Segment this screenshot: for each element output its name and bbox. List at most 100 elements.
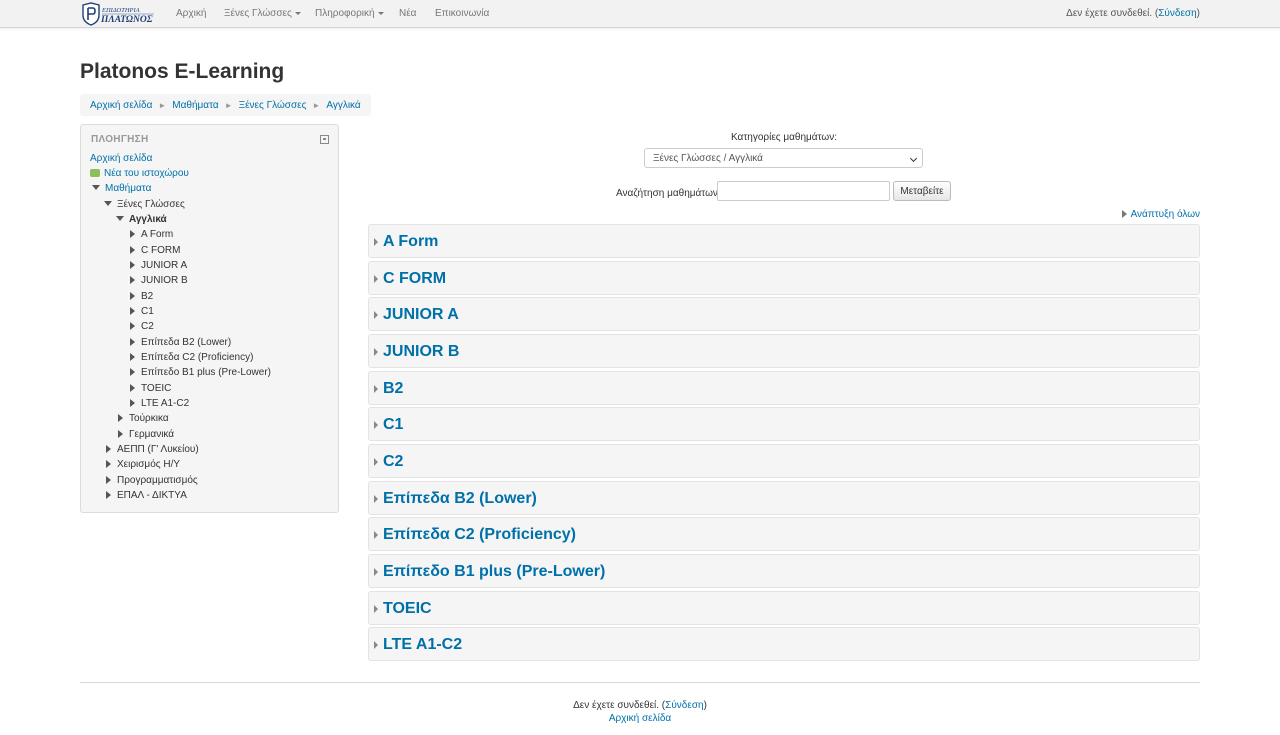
tree-course-item[interactable]: Επίπεδα B2 (Lower) [130,337,231,349]
svg-text:ΕΠΙΔΟΤΗΡΙΑ: ΕΠΙΔΟΤΗΡΙΑ [101,7,140,14]
breadcrumb-english[interactable]: Αγγλικά [326,100,360,111]
collapsed-arrow-icon [106,445,111,453]
tree-category-german[interactable]: Γερμανικά [118,429,174,441]
course-item[interactable]: LTE A1-C2 [368,627,1200,661]
collapsed-arrow-icon [130,399,135,407]
course-name-link[interactable]: C1 [383,416,403,434]
footer-home-wrapper: Αρχική σελίδα [0,713,1280,724]
tree-course-item[interactable]: B2 [130,291,153,303]
tree-site-news[interactable]: Νέα του ιστοχώρου [90,168,189,180]
login-info: Δεν έχετε συνδεθεί. (Σύνδεση) [1066,8,1200,19]
course-item[interactable]: Επίπεδα C2 (Proficiency) [368,517,1200,551]
search-go-button[interactable]: Μεταβείτε [893,181,951,201]
course-name-link[interactable]: C FORM [383,270,446,288]
course-item[interactable]: Επίπεδο B1 plus (Pre-Lower) [368,554,1200,588]
top-navbar: ΕΠΙΔΟΤΗΡΙΑ ΠΛΑΤΩΝΟΣ Αρχική Ξένες Γλώσσες… [0,0,1280,28]
tree-category-english[interactable]: Αγγλικά [116,214,167,226]
course-search-input[interactable] [717,181,890,201]
tree-course-item[interactable]: LTE A1-C2 [130,398,189,410]
course-name-link[interactable]: JUNIOR B [383,343,459,361]
collapsed-arrow-icon [130,322,135,330]
collapsed-arrow-icon [118,414,123,422]
breadcrumb-courses[interactable]: Μαθήματα [172,100,218,111]
tree-courses[interactable]: Μαθήματα [92,183,151,195]
navigation-block-title: ΠΛΟΗΓΗΣΗ [91,134,149,145]
tree-category-turkish[interactable]: Τούρκικα [118,413,169,425]
nav-contact[interactable]: Επικοινωνία [435,8,489,19]
collapsed-arrow-icon [374,641,378,649]
expand-all-link[interactable]: Ανάπτυξη όλων [1121,209,1200,220]
collapsed-arrow-icon [374,568,378,576]
course-item[interactable]: B2 [368,371,1200,405]
course-name-link[interactable]: TOEIC [383,600,432,618]
tree-course-item[interactable]: Επίπεδα C2 (Proficiency) [130,352,253,364]
breadcrumb-home[interactable]: Αρχική σελίδα [90,100,152,111]
nav-computing[interactable]: Πληροφορική [315,8,384,19]
tree-category-epal-networks[interactable]: ΕΠΑΛ - ΔΙΚΤΥΑ [106,490,187,502]
collapsed-arrow-icon [374,458,378,466]
collapsed-arrow-icon [374,385,378,393]
tree-category-computer-use[interactable]: Χειρισμός Η/Υ [106,459,180,471]
footer-home-link[interactable]: Αρχική σελίδα [609,713,671,724]
chevron-down-icon [377,11,384,15]
dock-block-icon[interactable] [320,135,329,144]
breadcrumb: Αρχική σελίδα ► Μαθήματα ► Ξένες Γλώσσες… [80,94,371,116]
nav-foreign-languages[interactable]: Ξένες Γλώσσες [224,8,301,19]
tree-course-item[interactable]: C2 [130,321,154,333]
collapsed-arrow-icon [1121,210,1127,218]
course-name-link[interactable]: Επίπεδα C2 (Proficiency) [383,526,576,544]
collapsed-arrow-icon [130,246,135,254]
tree-course-item[interactable]: A Form [130,229,173,241]
collapsed-arrow-icon [106,460,111,468]
tree-category-foreign-languages[interactable]: Ξένες Γλώσσες [104,199,185,211]
course-item[interactable]: JUNIOR A [368,297,1200,331]
course-name-link[interactable]: JUNIOR A [383,306,459,324]
collapsed-arrow-icon [130,307,135,315]
tree-course-item[interactable]: C FORM [130,245,180,257]
tree-category-aepp[interactable]: ΑΕΠΠ (Γ' Λυκείου) [106,444,199,456]
categories-label: Κατηγορίες μαθημάτων: [731,132,837,143]
course-name-link[interactable]: C2 [383,453,403,471]
course-item[interactable]: C1 [368,407,1200,441]
course-name-link[interactable]: Επίπεδα B2 (Lower) [383,490,537,508]
collapsed-arrow-icon [374,531,378,539]
course-item[interactable]: C2 [368,444,1200,478]
collapsed-arrow-icon [130,384,135,392]
nav-home[interactable]: Αρχική [176,8,206,19]
nav-news[interactable]: Νέα [399,8,416,19]
breadcrumb-separator-icon: ► [312,100,321,110]
course-name-link[interactable]: Επίπεδο B1 plus (Pre-Lower) [383,563,605,581]
login-link[interactable]: Σύνδεση [1158,8,1196,19]
expanded-arrow-icon [92,185,100,190]
collapsed-arrow-icon [374,238,378,246]
chevron-down-icon [909,154,918,163]
footer-login-link[interactable]: Σύνδεση [665,700,703,711]
course-item[interactable]: JUNIOR B [368,334,1200,368]
tree-course-item[interactable]: TOEIC [130,383,171,395]
course-name-link[interactable]: B2 [383,380,403,398]
categories-select[interactable]: Ξένες Γλώσσες / Αγγλικά [644,148,923,168]
tree-course-item[interactable]: Επίπεδο B1 plus (Pre-Lower) [130,367,271,379]
collapsed-arrow-icon [118,430,123,438]
collapsed-arrow-icon [130,230,135,238]
course-item[interactable]: A Form [368,224,1200,258]
collapsed-arrow-icon [130,368,135,376]
site-logo[interactable]: ΕΠΙΔΟΤΗΡΙΑ ΠΛΑΤΩΝΟΣ [80,2,158,26]
search-label: Αναζήτηση μαθημάτων: [616,188,721,199]
footer-divider [80,682,1200,683]
tree-category-programming[interactable]: Προγραμματισμός [106,475,198,487]
tree-course-item[interactable]: JUNIOR B [130,275,188,287]
footer-login-info: Δεν έχετε συνδεθεί. (Σύνδεση) [573,700,707,711]
course-item[interactable]: TOEIC [368,591,1200,625]
tree-home[interactable]: Αρχική σελίδα [90,153,152,165]
tree-course-item[interactable]: C1 [130,306,154,318]
collapsed-arrow-icon [374,275,378,283]
expanded-arrow-icon [104,201,112,206]
tree-course-item[interactable]: JUNIOR A [130,260,187,272]
collapsed-arrow-icon [130,276,135,284]
course-name-link[interactable]: LTE A1-C2 [383,636,462,654]
course-name-link[interactable]: A Form [383,233,438,251]
breadcrumb-foreign-languages[interactable]: Ξένες Γλώσσες [239,100,307,111]
course-item[interactable]: C FORM [368,261,1200,295]
course-item[interactable]: Επίπεδα B2 (Lower) [368,481,1200,515]
